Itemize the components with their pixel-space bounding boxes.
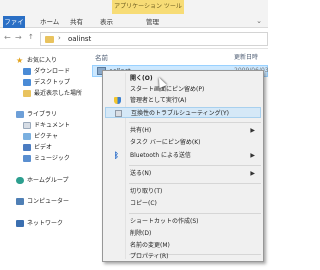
- column-header-name[interactable]: 名前: [95, 52, 108, 62]
- submenu-arrow-icon: ▶: [250, 170, 255, 177]
- nav-label: ドキュメント: [34, 122, 71, 129]
- submenu-arrow-icon: ▶: [250, 152, 255, 159]
- nav-label: デスクトップ: [34, 79, 71, 86]
- menu-separator: [129, 213, 261, 214]
- menu-item-bluetooth-send[interactable]: ᛒ Bluetooth による送信 ▶: [105, 150, 261, 161]
- menu-item-label: 共有(H): [130, 127, 152, 134]
- nav-label: ピクチャ: [34, 133, 58, 140]
- nav-pictures[interactable]: ピクチャ: [0, 131, 92, 142]
- menu-item-label: タスク バーにピン留め(K): [130, 139, 201, 146]
- nav-computer[interactable]: コンピューター: [0, 196, 92, 207]
- uac-shield-icon: [114, 97, 121, 104]
- menu-item-share[interactable]: 共有(H) ▶: [105, 125, 261, 136]
- video-icon: [23, 144, 31, 151]
- menu-separator: [129, 165, 261, 166]
- menu-item-pin-taskbar[interactable]: タスク バーにピン留め(K): [105, 137, 261, 148]
- nav-homegroup[interactable]: ホームグループ: [0, 175, 92, 186]
- menu-item-label: 管理者として実行(A): [130, 97, 187, 104]
- nav-label: ミュージック: [34, 155, 70, 162]
- menu-item-copy[interactable]: コピー(C): [105, 198, 261, 209]
- tab-home[interactable]: ホーム: [40, 16, 59, 28]
- nav-downloads[interactable]: ダウンロード: [0, 66, 92, 77]
- context-menu: 開く(O) スタート画面にピン留め(P) 管理者として実行(A) 互換性のトラブ…: [102, 70, 264, 262]
- download-icon: [23, 68, 31, 75]
- documents-icon: [23, 122, 31, 129]
- nav-music[interactable]: ミュージック: [0, 153, 92, 164]
- menu-item-open[interactable]: 開く(O): [105, 73, 261, 84]
- ribbon-tabs: アプリケーション ツール ファイル ホーム 共有 表示 管理 ⌄: [0, 0, 268, 38]
- menu-item-compat-troubleshoot[interactable]: 互換性のトラブルシューティング(Y): [105, 107, 261, 118]
- pictures-icon: [23, 133, 31, 140]
- menu-item-label: Bluetooth による送信: [130, 152, 191, 159]
- nav-label: ネットワーク: [27, 220, 64, 227]
- menu-item-create-shortcut[interactable]: ショートカットの作成(S): [105, 216, 261, 227]
- network-icon: [16, 220, 24, 227]
- column-header-date[interactable]: 更新日時: [234, 52, 258, 61]
- menu-item-label: 切り取り(T): [130, 188, 163, 195]
- menu-separator: [129, 183, 261, 184]
- menu-item-label: 開く(O): [130, 75, 153, 82]
- breadcrumb-path[interactable]: oalinst: [68, 35, 91, 43]
- menu-item-label: スタート画面にピン留め(P): [130, 86, 205, 93]
- menu-item-delete[interactable]: 削除(D): [105, 228, 261, 239]
- address-bar[interactable]: › oalinst: [40, 32, 268, 46]
- menu-item-cut[interactable]: 切り取り(T): [105, 186, 261, 197]
- nav-label: お気に入り: [27, 57, 58, 64]
- menu-item-label: 送る(N): [130, 170, 152, 177]
- menu-item-pin-start[interactable]: スタート画面にピン留め(P): [105, 84, 261, 95]
- nav-network[interactable]: ネットワーク: [0, 218, 92, 229]
- homegroup-icon: [16, 177, 24, 184]
- nav-label: ホームグループ: [27, 177, 69, 184]
- menu-item-run-as-admin[interactable]: 管理者として実行(A): [105, 95, 261, 106]
- nav-recent[interactable]: 最近表示した場所: [0, 88, 92, 99]
- menu-item-label: ショートカットの作成(S): [130, 218, 199, 225]
- menu-item-label: コピー(C): [130, 200, 157, 207]
- bluetooth-icon: ᛒ: [114, 151, 119, 160]
- nav-videos[interactable]: ビデオ: [0, 142, 92, 153]
- breadcrumb-separator[interactable]: ›: [58, 34, 61, 42]
- tab-manage[interactable]: 管理: [146, 16, 159, 28]
- nav-label: 最近表示した場所: [34, 90, 83, 97]
- menu-item-label: 互換性のトラブルシューティング(Y): [131, 110, 229, 117]
- nav-label: ダウンロード: [34, 68, 71, 75]
- menu-item-properties[interactable]: プロパティ(R): [105, 252, 261, 262]
- nav-favorites[interactable]: ★ お気に入り: [0, 55, 92, 66]
- navigation-pane: ★ お気に入り ダウンロード デスクトップ 最近表示した場所 ライブラリ ドキュ…: [0, 50, 92, 270]
- nav-libraries[interactable]: ライブラリ: [0, 109, 92, 120]
- menu-item-label: 名前の変更(M): [130, 242, 170, 249]
- application-tools-header: アプリケーション ツール: [112, 0, 184, 14]
- computer-icon: [16, 198, 24, 205]
- menu-item-send-to[interactable]: 送る(N) ▶: [105, 168, 261, 179]
- tab-view[interactable]: 表示: [100, 16, 113, 28]
- expand-ribbon-icon[interactable]: ⌄: [256, 17, 262, 25]
- nav-label: コンピューター: [27, 198, 70, 205]
- music-icon: [23, 155, 31, 162]
- submenu-arrow-icon: ▶: [250, 127, 255, 134]
- recent-places-icon: [23, 90, 31, 97]
- menu-item-label: 削除(D): [130, 230, 152, 237]
- library-icon: [16, 111, 24, 118]
- menu-separator: [129, 122, 261, 123]
- compatibility-icon: [115, 110, 122, 117]
- nav-desktop[interactable]: デスクトップ: [0, 77, 92, 88]
- star-icon: ★: [16, 56, 24, 65]
- desktop-icon: [23, 79, 31, 86]
- address-bar-row: ← → ↑ › oalinst: [0, 29, 268, 49]
- forward-arrow-icon[interactable]: →: [15, 33, 22, 42]
- back-arrow-icon[interactable]: ←: [4, 33, 11, 42]
- menu-item-label: プロパティ(R): [130, 253, 169, 260]
- nav-documents[interactable]: ドキュメント: [0, 120, 92, 131]
- nav-label: ビデオ: [34, 144, 53, 151]
- tab-share[interactable]: 共有: [70, 16, 83, 28]
- folder-icon: [45, 36, 54, 43]
- nav-label: ライブラリ: [27, 111, 58, 118]
- up-arrow-icon[interactable]: ↑: [28, 33, 34, 41]
- menu-item-rename[interactable]: 名前の変更(M): [105, 240, 261, 251]
- tab-file[interactable]: ファイル: [3, 16, 25, 38]
